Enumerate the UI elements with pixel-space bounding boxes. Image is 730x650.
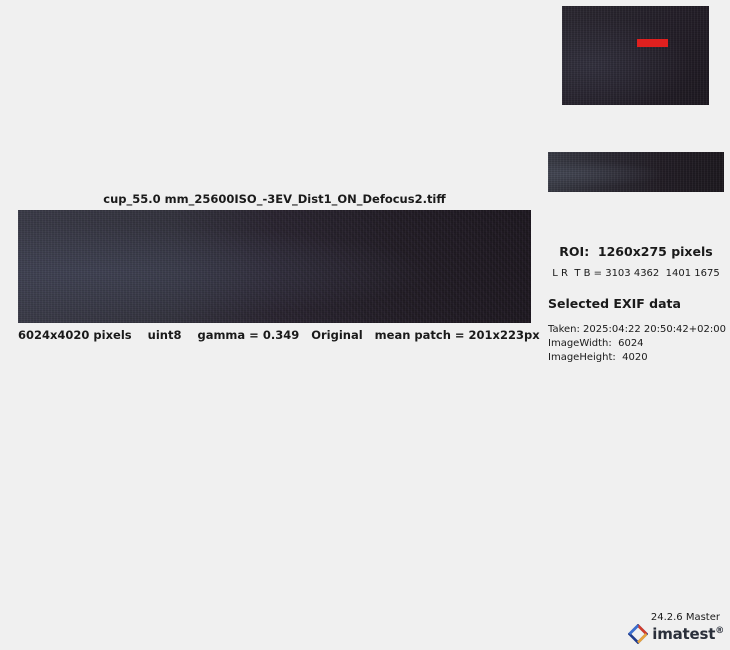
exif-image-width: ImageWidth: 6024 [548,338,644,349]
imatest-logo-icon [628,624,649,644]
roi-location-marker [637,39,668,47]
roi-preview-strip[interactable] [548,152,724,192]
full-image-thumbnail[interactable] [562,6,709,105]
exif-data-list: Taken: 2025:04:22 20:50:42+02:00 ImageWi… [548,323,726,365]
main-image-crop[interactable] [18,210,531,323]
image-noise-texture [18,210,531,323]
brand-wordmark: imatest® [652,625,724,643]
roi-coordinates-label: L R T B = 3103 4362 1401 1675 [552,268,720,279]
image-info-caption: 6024x4020 pixels uint8 gamma = 0.349 Ori… [18,328,540,342]
image-filename-title: cup_55.0 mm_25600ISO_-3EV_Dist1_ON_Defoc… [103,192,446,206]
strip-noise-texture [548,152,724,192]
exif-image-height: ImageHeight: 4020 [548,352,648,363]
roi-size-label: ROI: 1260x275 pixels [559,244,713,259]
version-label: 24.2.6 Master [650,612,720,623]
imatest-logo: imatest® [628,624,724,644]
brand-name: imatest [652,625,716,643]
exif-taken: Taken: 2025:04:22 20:50:42+02:00 [548,324,726,335]
thumbnail-noise-texture [562,6,709,105]
exif-heading: Selected EXIF data [548,296,681,311]
registered-mark: ® [715,626,724,636]
